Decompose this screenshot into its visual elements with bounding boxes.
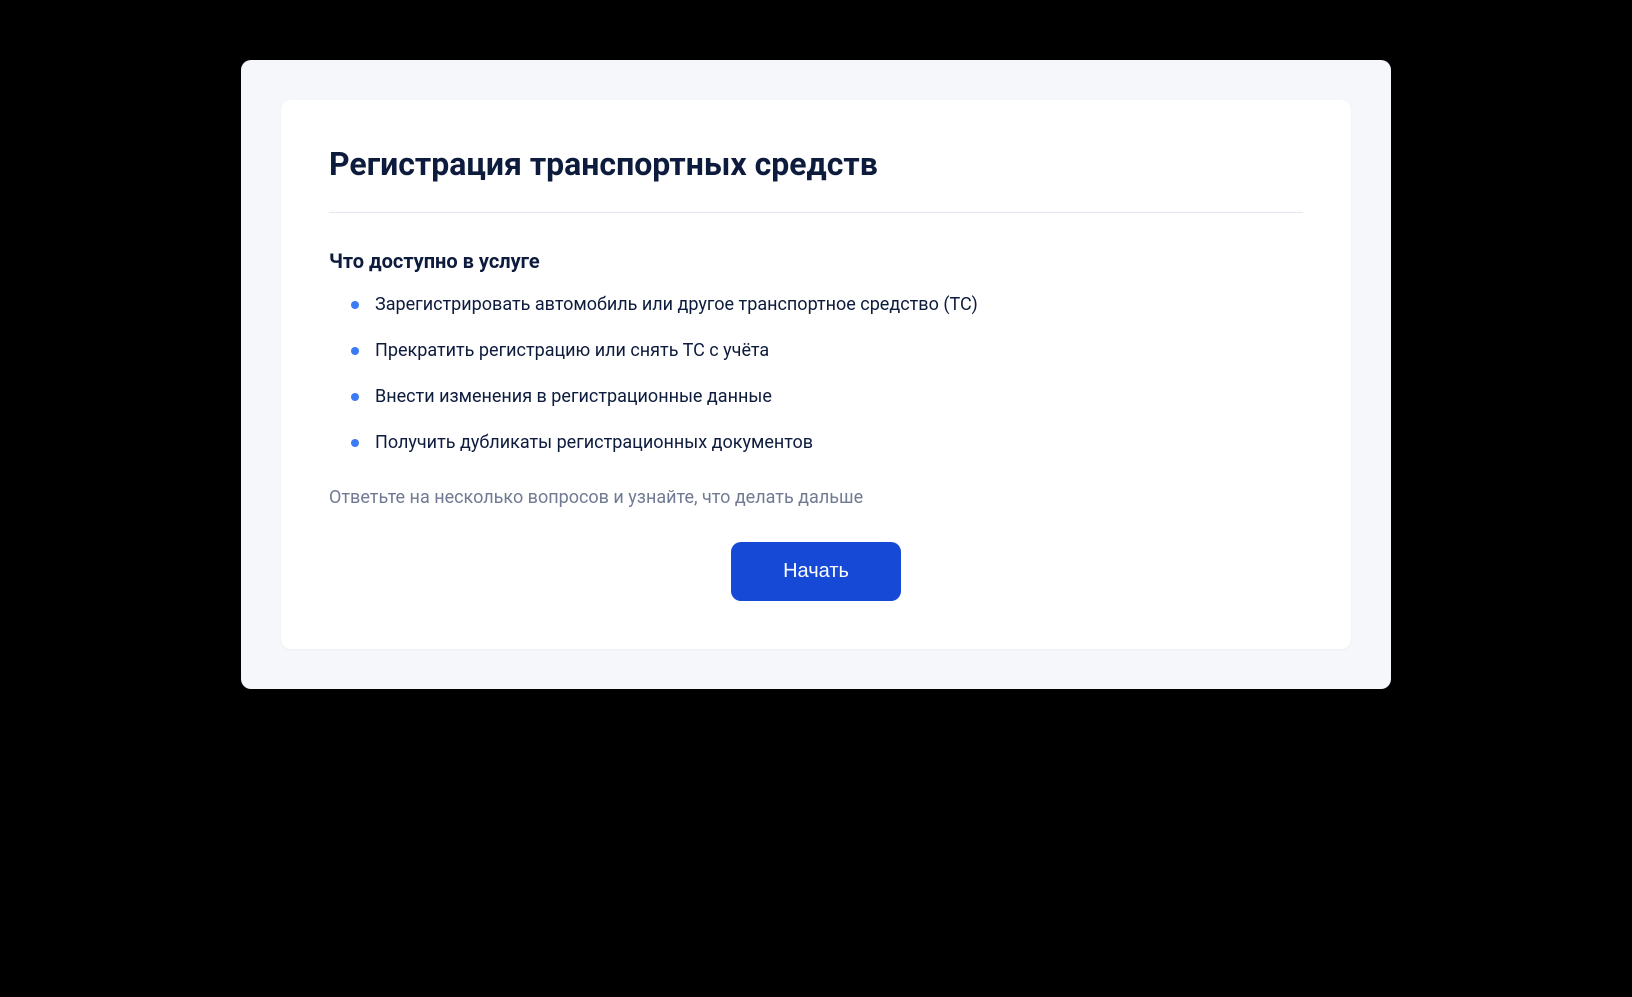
list-item: Зарегистрировать автомобиль или другое т… — [351, 291, 1303, 319]
outer-panel: Регистрация транспортных средств Что дос… — [241, 60, 1391, 689]
feature-list: Зарегистрировать автомобиль или другое т… — [329, 291, 1303, 457]
service-card: Регистрация транспортных средств Что дос… — [281, 100, 1351, 649]
page-title: Регистрация транспортных средств — [329, 144, 1303, 184]
divider — [329, 212, 1303, 213]
list-item: Получить дубликаты регистрационных докум… — [351, 429, 1303, 457]
list-item: Внести изменения в регистрационные данны… — [351, 383, 1303, 411]
start-button[interactable]: Начать — [731, 542, 901, 601]
hint-text: Ответьте на несколько вопросов и узнайте… — [329, 487, 1303, 508]
button-row: Начать — [329, 542, 1303, 601]
section-heading: Что доступно в услуге — [329, 249, 1303, 273]
list-item: Прекратить регистрацию или снять ТС с уч… — [351, 337, 1303, 365]
